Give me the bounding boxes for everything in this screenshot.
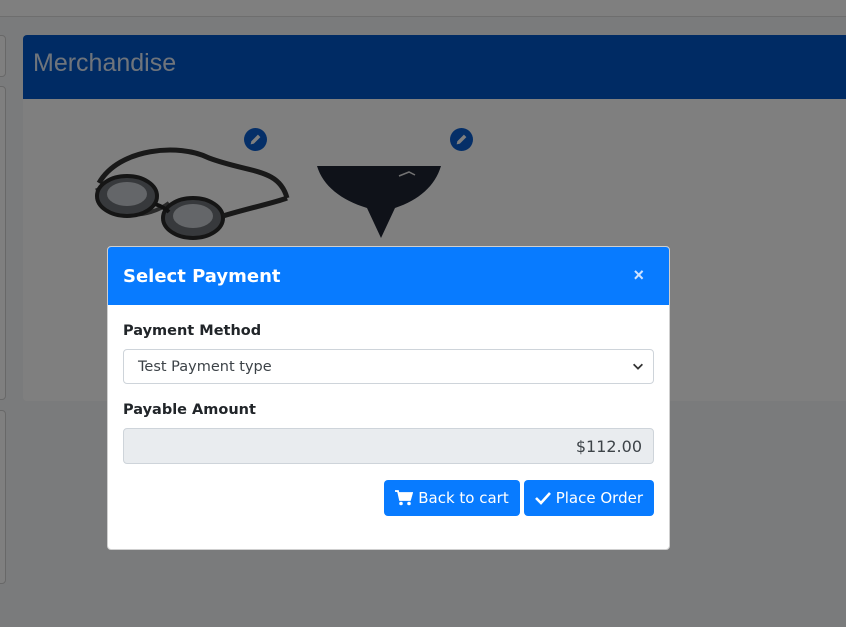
payable-amount-field: $112.00 <box>123 428 654 464</box>
payment-method-label: Payment Method <box>123 323 262 339</box>
modal-body: Payment Method Test Payment type Payable… <box>108 305 669 516</box>
place-order-label: Place Order <box>555 489 643 507</box>
payment-method-select[interactable]: Test Payment type <box>123 349 654 384</box>
back-to-cart-label: Back to cart <box>418 489 509 507</box>
modal-header: Select Payment × <box>108 247 669 305</box>
chevron-down-icon <box>633 363 643 370</box>
back-to-cart-button[interactable]: Back to cart <box>384 480 520 516</box>
modal-actions: Back to cart Place Order <box>123 480 654 516</box>
payable-amount-label: Payable Amount <box>123 402 256 418</box>
close-button[interactable]: × <box>633 265 644 286</box>
cart-icon <box>395 490 414 506</box>
modal-title: Select Payment <box>123 265 281 287</box>
place-order-button[interactable]: Place Order <box>523 480 654 516</box>
check-icon <box>534 492 551 505</box>
payable-amount-value: $112.00 <box>575 436 642 456</box>
select-payment-modal: Select Payment × Payment Method Test Pay… <box>107 246 670 550</box>
payment-method-value: Test Payment type <box>138 358 272 375</box>
